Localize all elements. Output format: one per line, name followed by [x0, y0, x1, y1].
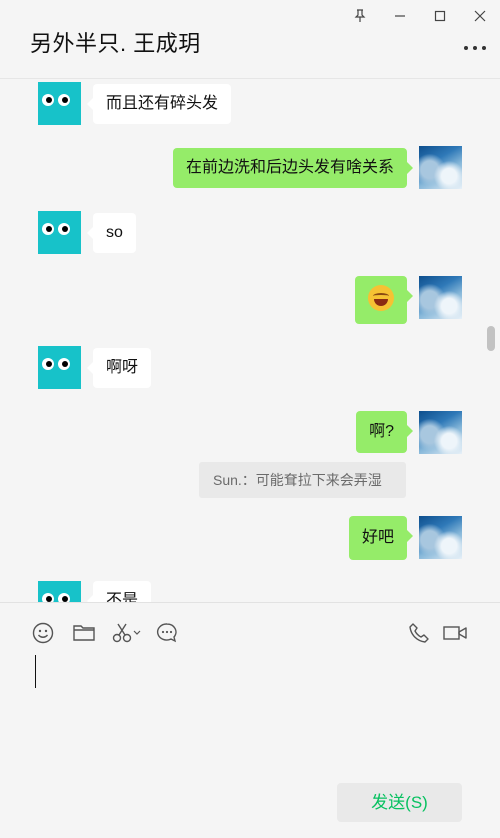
scrollbar-thumb[interactable] — [487, 326, 495, 351]
message-bubble[interactable]: 不是 — [86, 581, 152, 602]
close-icon[interactable] — [460, 0, 500, 32]
chat-bubble-icon[interactable] — [155, 621, 179, 645]
minimize-icon[interactable] — [380, 0, 420, 32]
chat-window: 另外半只. 王成玥 而且还有碎头发 在前边洗和后边头发有啥关系 so 啊呀 啊?… — [0, 0, 500, 838]
message-bubble[interactable]: 而且还有碎头发 — [86, 84, 232, 124]
message-bubble[interactable]: 啊? — [356, 411, 413, 453]
self-avatar[interactable] — [419, 411, 462, 454]
laughing-crying-emoji-icon — [368, 284, 394, 311]
message-bubble[interactable]: so — [87, 213, 136, 253]
contact-avatar[interactable] — [38, 346, 81, 389]
message-list[interactable]: 而且还有碎头发 在前边洗和后边头发有啥关系 so 啊呀 啊? Sun.：可能耷拉… — [0, 78, 500, 602]
self-avatar[interactable] — [419, 146, 462, 189]
self-avatar[interactable] — [419, 516, 462, 559]
folder-icon[interactable] — [72, 621, 96, 645]
quoted-message[interactable]: Sun.：可能耷拉下来会弄湿 — [199, 462, 406, 498]
phone-icon[interactable] — [407, 621, 431, 645]
scissors-icon[interactable] — [112, 621, 142, 645]
message-bubble[interactable]: 好吧 — [348, 516, 414, 560]
title-bar: 另外半只. 王成玥 — [0, 0, 500, 79]
contact-avatar[interactable] — [38, 581, 81, 602]
window-controls — [340, 0, 500, 32]
maximize-icon[interactable] — [420, 0, 460, 32]
send-button[interactable]: 发送(S) — [337, 783, 462, 822]
emoji-icon[interactable] — [31, 621, 55, 645]
pin-icon[interactable] — [340, 0, 380, 32]
text-input-cursor[interactable] — [35, 655, 36, 688]
message-bubble[interactable]: 啊呀 — [86, 348, 152, 388]
composer: 发送(S) — [0, 602, 500, 838]
contact-avatar[interactable] — [38, 211, 81, 254]
message-bubble[interactable] — [355, 276, 413, 324]
self-avatar[interactable] — [419, 276, 462, 319]
more-icon[interactable] — [464, 44, 486, 52]
message-bubble[interactable]: 在前边洗和后边头发有啥关系 — [172, 148, 414, 188]
video-icon[interactable] — [442, 621, 468, 645]
chat-title: 另外半只. 王成玥 — [30, 31, 201, 56]
contact-avatar[interactable] — [38, 82, 81, 125]
